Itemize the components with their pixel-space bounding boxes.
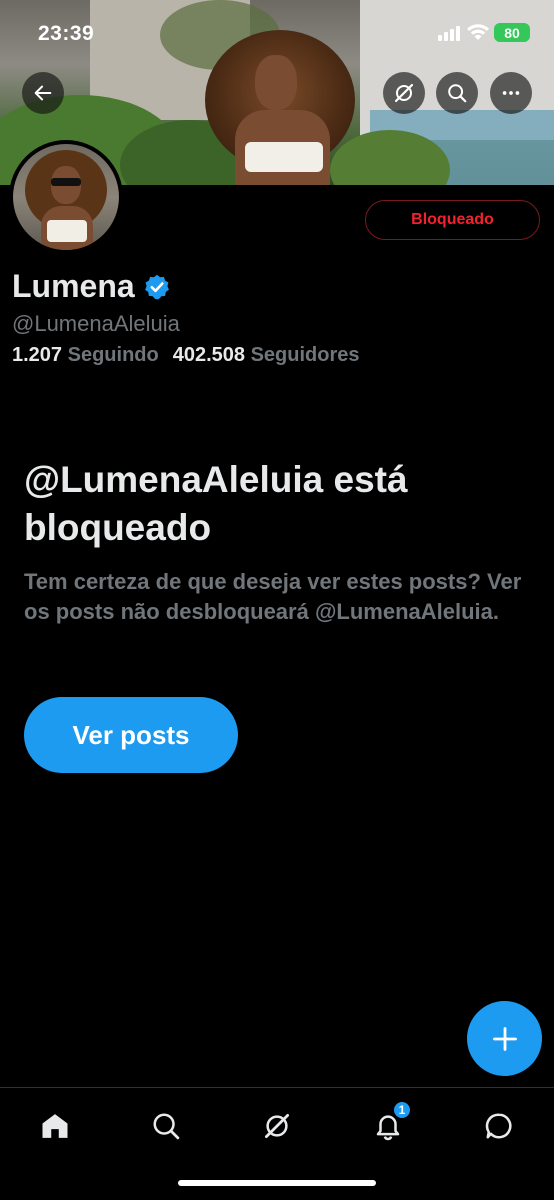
banner-person-top — [245, 142, 323, 172]
tab-grok[interactable] — [257, 1106, 297, 1146]
tab-home[interactable] — [35, 1106, 75, 1146]
display-name: Lumena — [12, 268, 135, 304]
following-count: 1.207 — [12, 344, 63, 366]
battery-icon: 80 — [494, 23, 530, 42]
user-handle: @LumenaAleluia — [12, 311, 180, 336]
plus-icon — [492, 1026, 517, 1051]
name-row: Lumena — [12, 268, 171, 305]
more-icon — [502, 91, 520, 95]
compose-post-button[interactable] — [467, 1001, 542, 1076]
verified-badge-icon[interactable] — [143, 273, 171, 301]
grok-button[interactable] — [383, 72, 425, 114]
search-icon — [448, 84, 467, 103]
status-time: 23:39 — [38, 22, 95, 45]
blocked-description: Tem certeza de que deseja ver estes post… — [24, 569, 522, 624]
view-posts-button[interactable]: Ver posts — [24, 697, 238, 773]
more-button[interactable] — [490, 72, 532, 114]
following-stat[interactable]: 1.207 Seguindo — [12, 344, 159, 367]
followers-count: 402.508 — [172, 344, 246, 366]
avatar[interactable] — [9, 140, 123, 254]
tab-search[interactable] — [146, 1106, 186, 1146]
follow-stats: 1.207 Seguindo 402.508 Seguidores — [12, 344, 360, 367]
back-button[interactable] — [22, 72, 64, 114]
grok-icon — [394, 83, 414, 103]
status-bar: 23:39 80 — [0, 0, 554, 62]
blocked-title: @LumenaAleluia está bloqueado — [24, 459, 408, 548]
tab-messages[interactable] — [479, 1106, 519, 1146]
notification-badge: 1 — [392, 1100, 412, 1120]
wifi-icon — [466, 22, 490, 47]
followers-label: Seguidores — [250, 344, 360, 366]
avatar-image — [13, 144, 119, 250]
cellular-signal-icon — [438, 26, 460, 41]
banner-person-face — [255, 55, 297, 110]
search-button[interactable] — [436, 72, 478, 114]
tab-notifications[interactable]: 1 — [368, 1100, 412, 1146]
followers-stat[interactable]: 402.508 Seguidores — [173, 344, 360, 367]
message-icon — [485, 1113, 512, 1139]
home-icon — [42, 1114, 68, 1138]
following-label: Seguindo — [67, 344, 159, 366]
grok-icon — [265, 1114, 289, 1138]
arrow-left-icon — [34, 85, 52, 101]
home-indicator — [178, 1180, 376, 1186]
search-icon — [153, 1113, 180, 1140]
blocked-button[interactable]: Bloqueado — [365, 200, 540, 240]
